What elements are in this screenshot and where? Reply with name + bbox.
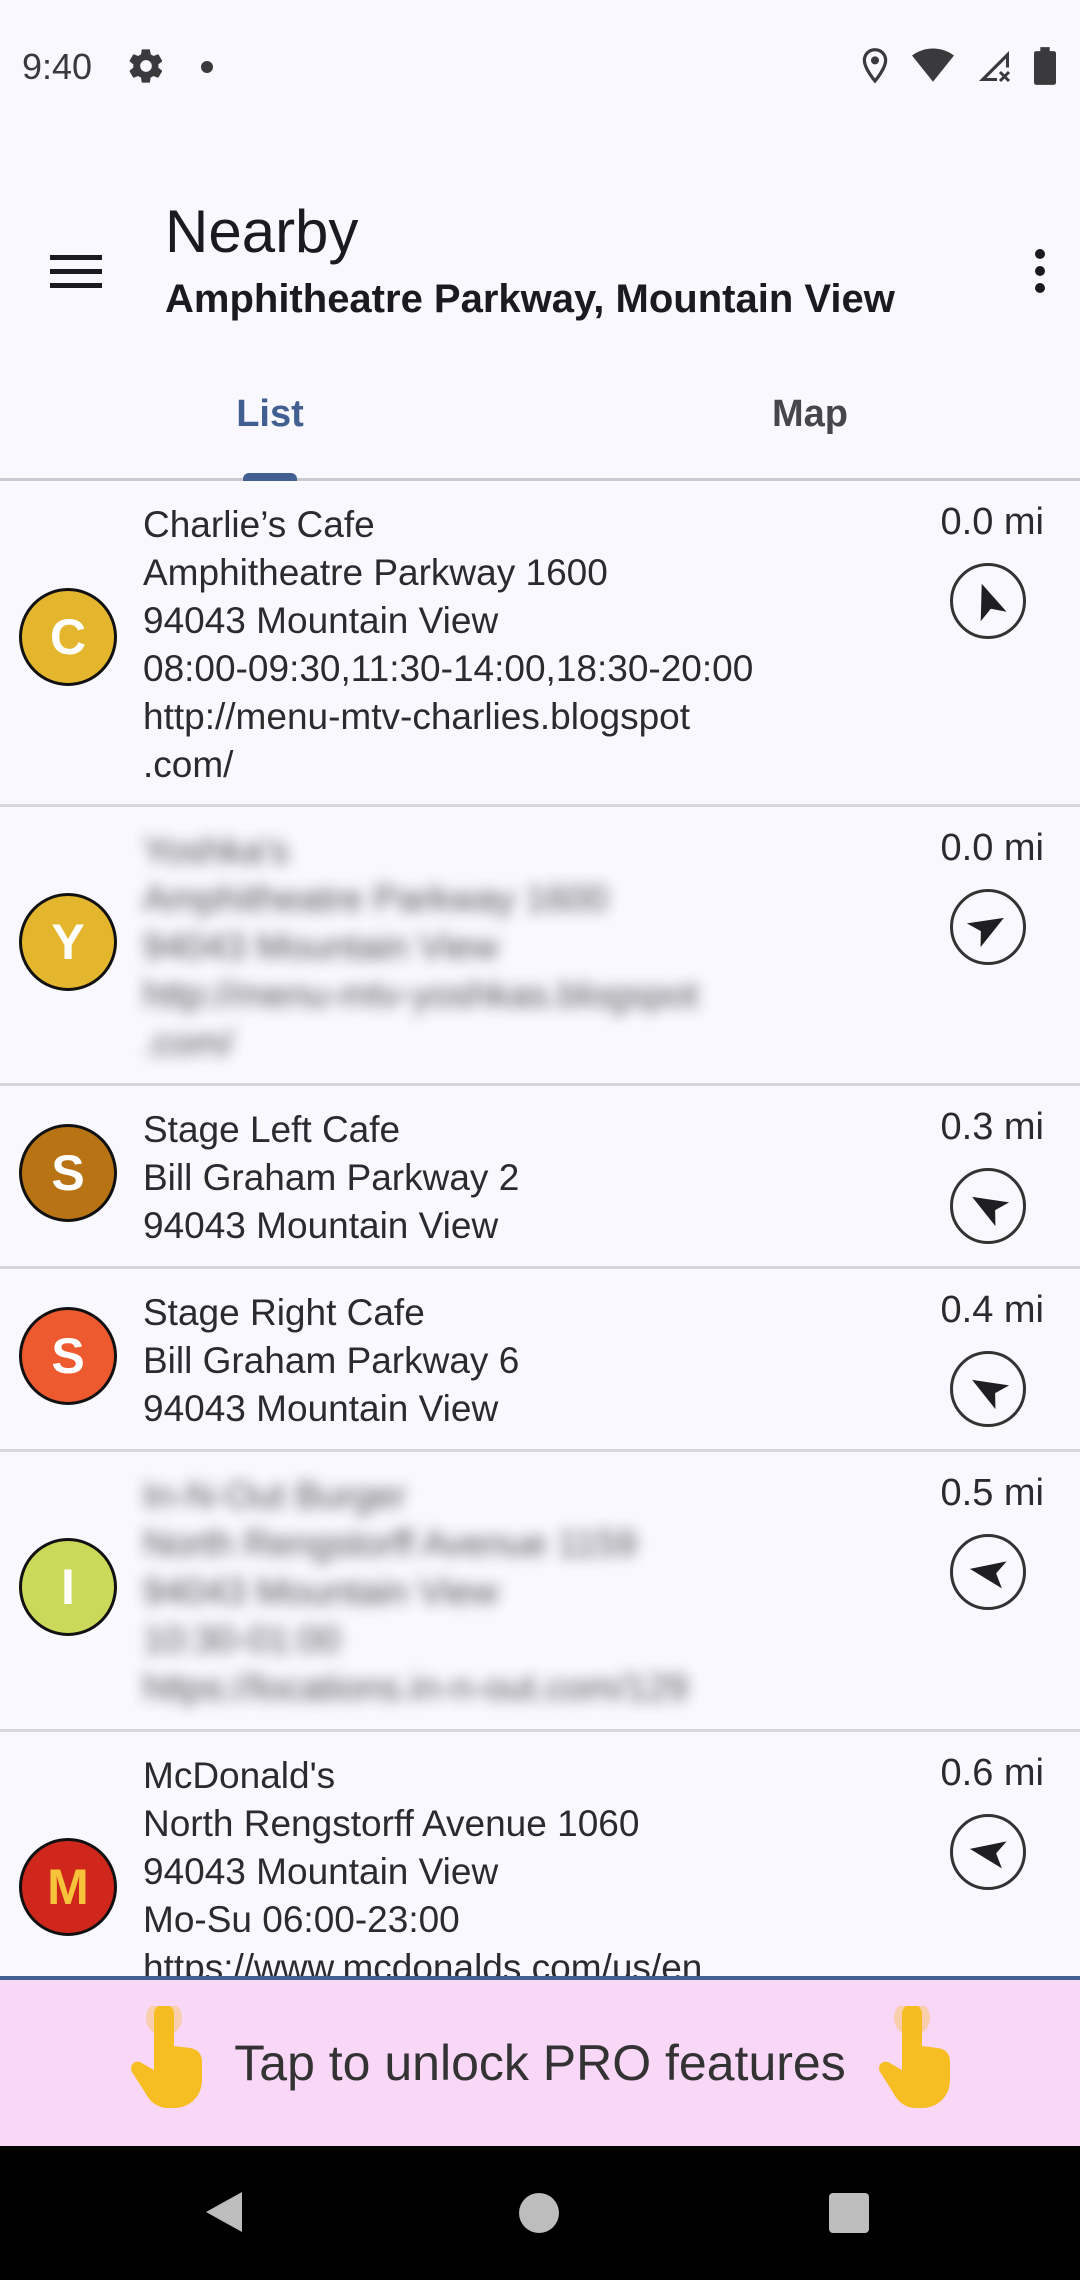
place-details: McDonald's North Rengstorff Avenue 1060 … <box>143 1752 702 1979</box>
place-line: North Rengstorff Avenue 1159 <box>143 1523 637 1564</box>
place-avatar: S <box>19 1307 117 1405</box>
page-subtitle: Amphitheatre Parkway, Mountain View <box>165 277 895 321</box>
notification-dot-icon <box>201 61 213 73</box>
signal-no-data-icon <box>976 48 1012 84</box>
system-navigation-bar <box>0 2146 1080 2280</box>
app-bar: Nearby Amphitheatre Parkway, Mountain Vi… <box>0 135 1080 350</box>
list-item[interactable]: M McDonald's North Rengstorff Avenue 106… <box>0 1732 1080 1979</box>
place-name: Yoshka's <box>143 830 289 871</box>
place-name: Stage Right Cafe <box>143 1292 425 1333</box>
navigation-arrow-icon <box>972 1196 1010 1227</box>
navigation-arrow-icon <box>969 1841 1007 1869</box>
tab-list[interactable]: List <box>0 350 540 478</box>
place-line: https://www.mcdonalds.com/us/en <box>143 1947 703 1979</box>
settings-gear-icon <box>126 46 166 86</box>
place-line: Amphitheatre Parkway 1600 <box>143 878 608 919</box>
place-distance: 0.6 mi <box>940 1752 1044 1794</box>
place-line: 10:30-01:00 <box>143 1619 341 1660</box>
hamburger-menu-icon[interactable] <box>40 235 112 307</box>
places-list: C Charlie’s Cafe Amphitheatre Parkway 16… <box>0 481 1080 1979</box>
place-line: Bill Graham Parkway 2 <box>143 1157 520 1198</box>
back-icon[interactable] <box>204 2190 244 2239</box>
navigate-button[interactable] <box>950 1534 1026 1610</box>
place-distance: 0.0 mi <box>940 827 1044 869</box>
place-line: 94043 Mountain View <box>143 1851 499 1892</box>
place-line: Mo-Su 06:00-23:00 <box>143 1899 460 1940</box>
place-distance: 0.4 mi <box>940 1289 1044 1331</box>
navigate-button[interactable] <box>950 563 1026 639</box>
place-avatar: M <box>19 1838 117 1936</box>
tab-indicator <box>243 473 297 481</box>
place-name: Charlie’s Cafe <box>143 504 375 545</box>
tab-bar: List Map <box>0 350 1080 481</box>
unlock-pro-banner[interactable]: Tap to unlock PRO features <box>0 1976 1080 2146</box>
place-line: Bill Graham Parkway 6 <box>143 1340 520 1381</box>
navigation-arrow-icon <box>966 917 1004 948</box>
place-distance: 0.0 mi <box>940 501 1044 543</box>
status-bar: 9:40 <box>0 0 1080 135</box>
place-details: Yoshka's Amphitheatre Parkway 1600 94043… <box>143 827 698 1067</box>
place-line: 08:00-09:30,11:30-14:00,18:30-20:00 <box>143 648 754 689</box>
place-avatar: Y <box>19 893 117 991</box>
navigation-arrow-icon <box>972 1379 1010 1410</box>
place-line: North Rengstorff Avenue 1060 <box>143 1803 640 1844</box>
list-item[interactable]: S Stage Left Cafe Bill Graham Parkway 2 … <box>0 1086 1080 1269</box>
place-line: 94043 Mountain View <box>143 600 499 641</box>
place-line: Amphitheatre Parkway 1600 <box>143 552 608 593</box>
navigate-button[interactable] <box>950 1814 1026 1890</box>
navigate-button[interactable] <box>950 889 1026 965</box>
status-time: 9:40 <box>22 46 93 87</box>
navigate-button[interactable] <box>950 1168 1026 1244</box>
battery-icon <box>1034 47 1056 85</box>
place-name: In-N-Out Burger <box>143 1475 407 1516</box>
place-line: 94043 Mountain View <box>143 926 499 967</box>
more-vertical-icon[interactable] <box>1010 235 1070 307</box>
pointing-hand-icon <box>126 1999 206 2121</box>
place-details: Stage Right Cafe Bill Graham Parkway 6 9… <box>143 1289 519 1433</box>
place-distance: 0.5 mi <box>940 1472 1044 1514</box>
list-item[interactable]: Y Yoshka's Amphitheatre Parkway 1600 940… <box>0 807 1080 1086</box>
wifi-icon <box>912 48 954 84</box>
pro-banner-text: Tap to unlock PRO features <box>234 2035 846 2091</box>
navigation-arrow-icon <box>980 583 1007 622</box>
list-item[interactable]: C Charlie’s Cafe Amphitheatre Parkway 16… <box>0 481 1080 807</box>
place-avatar: I <box>19 1538 117 1636</box>
place-line: 94043 Mountain View <box>143 1205 499 1246</box>
tab-map[interactable]: Map <box>540 350 1080 478</box>
place-details: Stage Left Cafe Bill Graham Parkway 2 94… <box>143 1106 519 1250</box>
recents-icon[interactable] <box>829 2193 869 2233</box>
place-name: McDonald's <box>143 1755 336 1796</box>
place-line: 94043 Mountain View <box>143 1388 499 1429</box>
list-item[interactable]: S Stage Right Cafe Bill Graham Parkway 6… <box>0 1269 1080 1452</box>
place-line: .com/ <box>143 1022 234 1063</box>
navigation-arrow-icon <box>969 1561 1007 1589</box>
place-details: In-N-Out Burger North Rengstorff Avenue … <box>143 1472 688 1712</box>
place-line: .com/ <box>143 744 234 785</box>
place-details: Charlie’s Cafe Amphitheatre Parkway 1600… <box>143 501 753 789</box>
pointing-hand-icon <box>874 1999 954 2121</box>
place-line: http://menu-mtv-charlies.blogspot <box>143 696 691 737</box>
place-line: 94043 Mountain View <box>143 1571 499 1612</box>
place-avatar: C <box>19 588 117 686</box>
page-title: Nearby <box>165 198 359 265</box>
place-line: https://locations.in-n-out.com/129 <box>143 1667 689 1708</box>
list-item[interactable]: I In-N-Out Burger North Rengstorff Avenu… <box>0 1452 1080 1732</box>
location-pin-icon <box>860 47 890 85</box>
navigate-button[interactable] <box>950 1351 1026 1427</box>
home-icon[interactable] <box>519 2193 559 2233</box>
place-line: http://menu-mtv-yoshkas.blogspot <box>143 974 699 1015</box>
place-distance: 0.3 mi <box>940 1106 1044 1148</box>
place-avatar: S <box>19 1124 117 1222</box>
place-name: Stage Left Cafe <box>143 1109 401 1150</box>
